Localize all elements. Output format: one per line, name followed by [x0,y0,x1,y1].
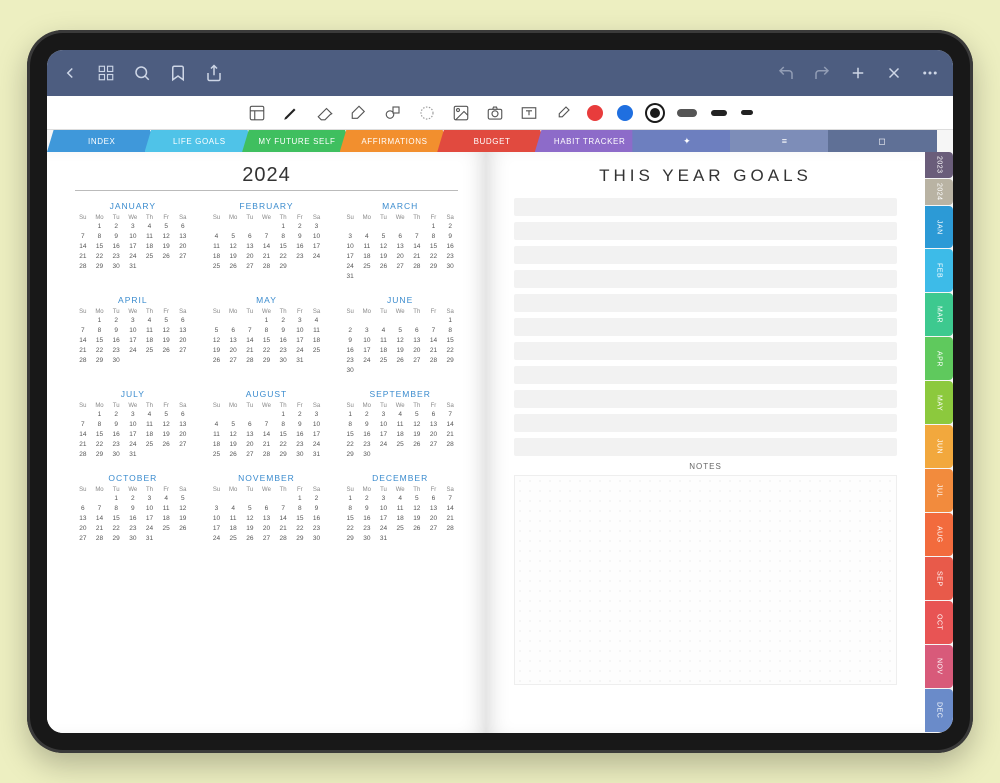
month-october[interactable]: OCTOBERSuMoTuWeThFrSa1234567891011121314… [75,473,191,543]
month-april[interactable]: APRILSuMoTuWeThFrSa123456789101112131415… [75,295,191,375]
tab-budget[interactable]: BUDGET [437,130,547,152]
month-tab-jun[interactable]: JUN [925,425,953,468]
tab-habit-tracker[interactable]: HABIT TRACKER [535,130,645,152]
color-red[interactable] [587,105,603,121]
month-december[interactable]: DECEMBERSuMoTuWeThFrSa123456789101112131… [342,473,458,543]
month-february[interactable]: FEBRUARYSuMoTuWeThFrSa123456789101112131… [209,201,325,281]
top-tabs-row: INDEXLIFE GOALSMY FUTURE SELFAFFIRMATION… [47,130,925,152]
tablet-frame: INDEXLIFE GOALSMY FUTURE SELFAFFIRMATION… [27,30,973,753]
highlighter-tool-icon[interactable] [349,104,369,122]
month-august[interactable]: AUGUSTSuMoTuWeThFrSa12345678910111213141… [209,389,325,459]
notes-section: NOTES [514,462,897,685]
eyedropper-tool-icon[interactable] [553,104,573,122]
search-icon[interactable] [133,64,151,82]
text-tool-icon[interactable] [519,104,539,122]
redo-icon[interactable] [813,64,831,82]
template-tool-icon[interactable] [247,104,267,122]
month-tab-dec[interactable]: DEC [925,689,953,732]
month-tab-sep[interactable]: SEP [925,557,953,600]
tab-mini[interactable]: ◻ [828,130,938,152]
month-september[interactable]: SEPTEMBERSuMoTuWeThFrSa12345678910111213… [342,389,458,459]
camera-tool-icon[interactable] [485,104,505,122]
tab-affirmations[interactable]: AFFIRMATIONS [340,130,450,152]
side-tabs: 20232024JANFEBMARAPRMAYJUNJULAUGSEPOCTNO… [925,152,953,733]
year-calendar-grid: JANUARYSuMoTuWeThFrSa1234567891011121314… [75,201,458,543]
year-title: 2024 [75,164,458,191]
plus-icon[interactable] [849,64,867,82]
drawing-toolbar [47,96,953,130]
left-page-year-calendar: 2024 JANUARYSuMoTuWeThFrSa12345678910111… [47,152,486,733]
month-tab-mar[interactable]: MAR [925,293,953,336]
bookmark-icon[interactable] [169,64,187,82]
year-tab-2024[interactable]: 2024 [925,179,953,205]
month-tab-may[interactable]: MAY [925,381,953,424]
undo-icon[interactable] [777,64,795,82]
month-july[interactable]: JULYSuMoTuWeThFrSa1234567891011121314151… [75,389,191,459]
more-icon[interactable] [921,64,939,82]
planner-content: INDEXLIFE GOALSMY FUTURE SELFAFFIRMATION… [47,130,953,733]
month-january[interactable]: JANUARYSuMoTuWeThFrSa1234567891011121314… [75,201,191,281]
tab-mini[interactable]: ✦ [632,130,742,152]
month-tab-feb[interactable]: FEB [925,249,953,292]
pages: 2024 JANUARYSuMoTuWeThFrSa12345678910111… [47,130,925,733]
month-tab-oct[interactable]: OCT [925,601,953,644]
month-tab-aug[interactable]: AUG [925,513,953,556]
month-november[interactable]: NOVEMBERSuMoTuWeThFrSa123456789101112131… [209,473,325,543]
month-tab-apr[interactable]: APR [925,337,953,380]
eraser-tool-icon[interactable] [315,104,335,122]
pen-tool-icon[interactable] [281,104,301,122]
month-march[interactable]: MARCHSuMoTuWeThFrSa123456789101112131415… [342,201,458,281]
month-tab-jan[interactable]: JAN [925,206,953,249]
goals-title: THIS YEAR GOALS [514,164,897,188]
year-tab-2023[interactable]: 2023 [925,152,953,178]
shapes-tool-icon[interactable] [383,104,403,122]
top-app-bar [47,50,953,96]
month-may[interactable]: MAYSuMoTuWeThFrSa12345678910111213141516… [209,295,325,375]
right-page-goals: THIS YEAR GOALS NOTES [486,152,925,733]
color-black[interactable] [647,105,663,121]
share-icon[interactable] [205,64,223,82]
color-blue[interactable] [617,105,633,121]
tab-my-future-self[interactable]: MY FUTURE SELF [242,130,352,152]
notes-label: NOTES [514,462,897,471]
lasso-tool-icon[interactable] [417,104,437,122]
tab-life-goals[interactable]: LIFE GOALS [145,130,255,152]
tab-index[interactable]: INDEX [47,130,157,152]
goal-lines[interactable] [514,198,897,456]
grid-icon[interactable] [97,64,115,82]
month-june[interactable]: JUNESuMoTuWeThFrSa1234567891011121314151… [342,295,458,375]
notes-area[interactable] [514,475,897,685]
image-tool-icon[interactable] [451,104,471,122]
month-tab-nov[interactable]: NOV [925,645,953,688]
month-tab-jul[interactable]: JUL [925,469,953,512]
tab-mini[interactable]: ≡ [730,130,840,152]
back-icon[interactable] [61,64,79,82]
stroke-medium[interactable] [711,110,727,116]
stroke-small[interactable] [741,110,753,115]
close-icon[interactable] [885,64,903,82]
stroke-large[interactable] [677,109,697,117]
screen: INDEXLIFE GOALSMY FUTURE SELFAFFIRMATION… [47,50,953,733]
